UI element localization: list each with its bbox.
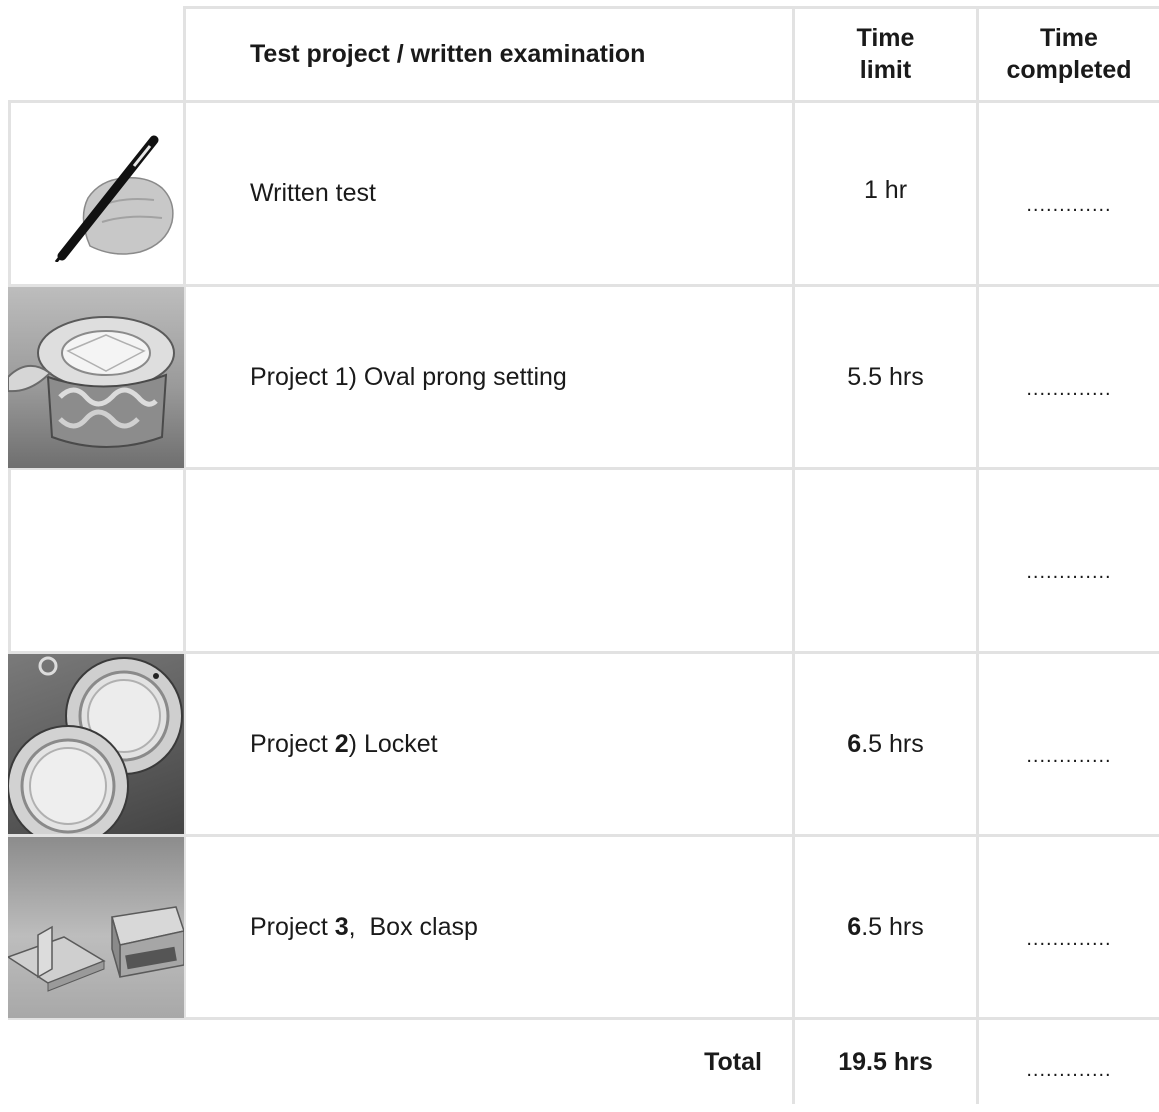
row-time-completed-text: ............. [1026,745,1112,767]
row-time-limit: 5.5 hrs [795,287,976,468]
total-time-limit-text: 19.5 hrs [838,1047,933,1076]
row-name-text: Project 3, Box clasp [250,913,478,942]
row-time-limit: 6.5 hrs [795,654,976,835]
row-name-number: 3 [334,913,349,941]
row-time-limit-rest: .5 hrs [861,913,924,941]
row-time-limit-text: 1 hr [863,176,908,204]
pen-in-hand-photo [50,126,180,262]
row-time-completed-text: ............. [1026,928,1112,950]
row-name-suffix: , Box clasp [348,913,478,941]
total-label: Total [560,1020,762,1104]
row-time-limit-text: 5.5 hrs [847,363,924,391]
row-name-prefix: Project [250,730,335,758]
header-time-completed-line1: Time [1040,24,1098,52]
header-time-limit-line1: Time [856,24,915,52]
row-time-completed-blank: ............. [979,849,1159,1030]
row-name: Written test [250,103,790,284]
row-name-number: 2 [334,730,349,758]
row-name: Project 1) Oval prong setting [250,287,790,468]
row-time-limit: 6.5 hrs [795,837,976,1018]
oval-prong-setting-photo [8,287,184,468]
row-time-completed-blank: ............. [979,666,1159,847]
row-time-completed-blank: ............. [979,482,1159,663]
header-time-limit: Time limit [795,8,976,100]
header-time-completed-line2: completed [1006,56,1132,84]
total-time-limit: 19.5 hrs [795,1020,976,1104]
row-time-completed-text: ............. [1026,378,1112,400]
row-time-completed-text: ............. [1026,194,1112,216]
row-time-completed-blank: ............. [979,299,1159,480]
row-name-suffix: ) Locket [348,730,438,758]
header-project-label: Test project / written examination [250,40,646,68]
row-time-limit-number: 6 [847,913,862,941]
total-time-completed-text: ............. [1026,1058,1112,1081]
row-time-limit-text: 6.5 hrs [847,913,923,942]
box-clasp-photo [8,837,184,1018]
row-time-limit-text: 6.5 hrs [847,730,923,759]
row-time-limit-number: 6 [847,730,862,758]
row-name: Project 2) Locket [250,654,790,835]
total-time-completed-blank: ............. [979,1028,1159,1112]
row-time-completed-text: ............. [1026,561,1112,583]
row-time-limit-rest: .5 hrs [861,730,924,758]
row-time-completed-blank: ............. [979,115,1159,296]
header-time-limit-line2: limit [859,56,912,84]
row-name: Project 3, Box clasp [250,837,790,1018]
locket-photo [8,654,184,834]
row-time-limit: 1 hr [795,100,976,281]
row-name-text: Project 1) Oval prong setting [250,363,567,391]
total-label-text: Total [704,1047,762,1076]
header-project-column: Test project / written examination [250,8,790,100]
row-name-text: Written test [250,179,376,207]
row-name-prefix: Project [250,913,335,941]
row-name-text: Project 2) Locket [250,730,438,759]
header-time-completed: Time completed [979,8,1159,100]
